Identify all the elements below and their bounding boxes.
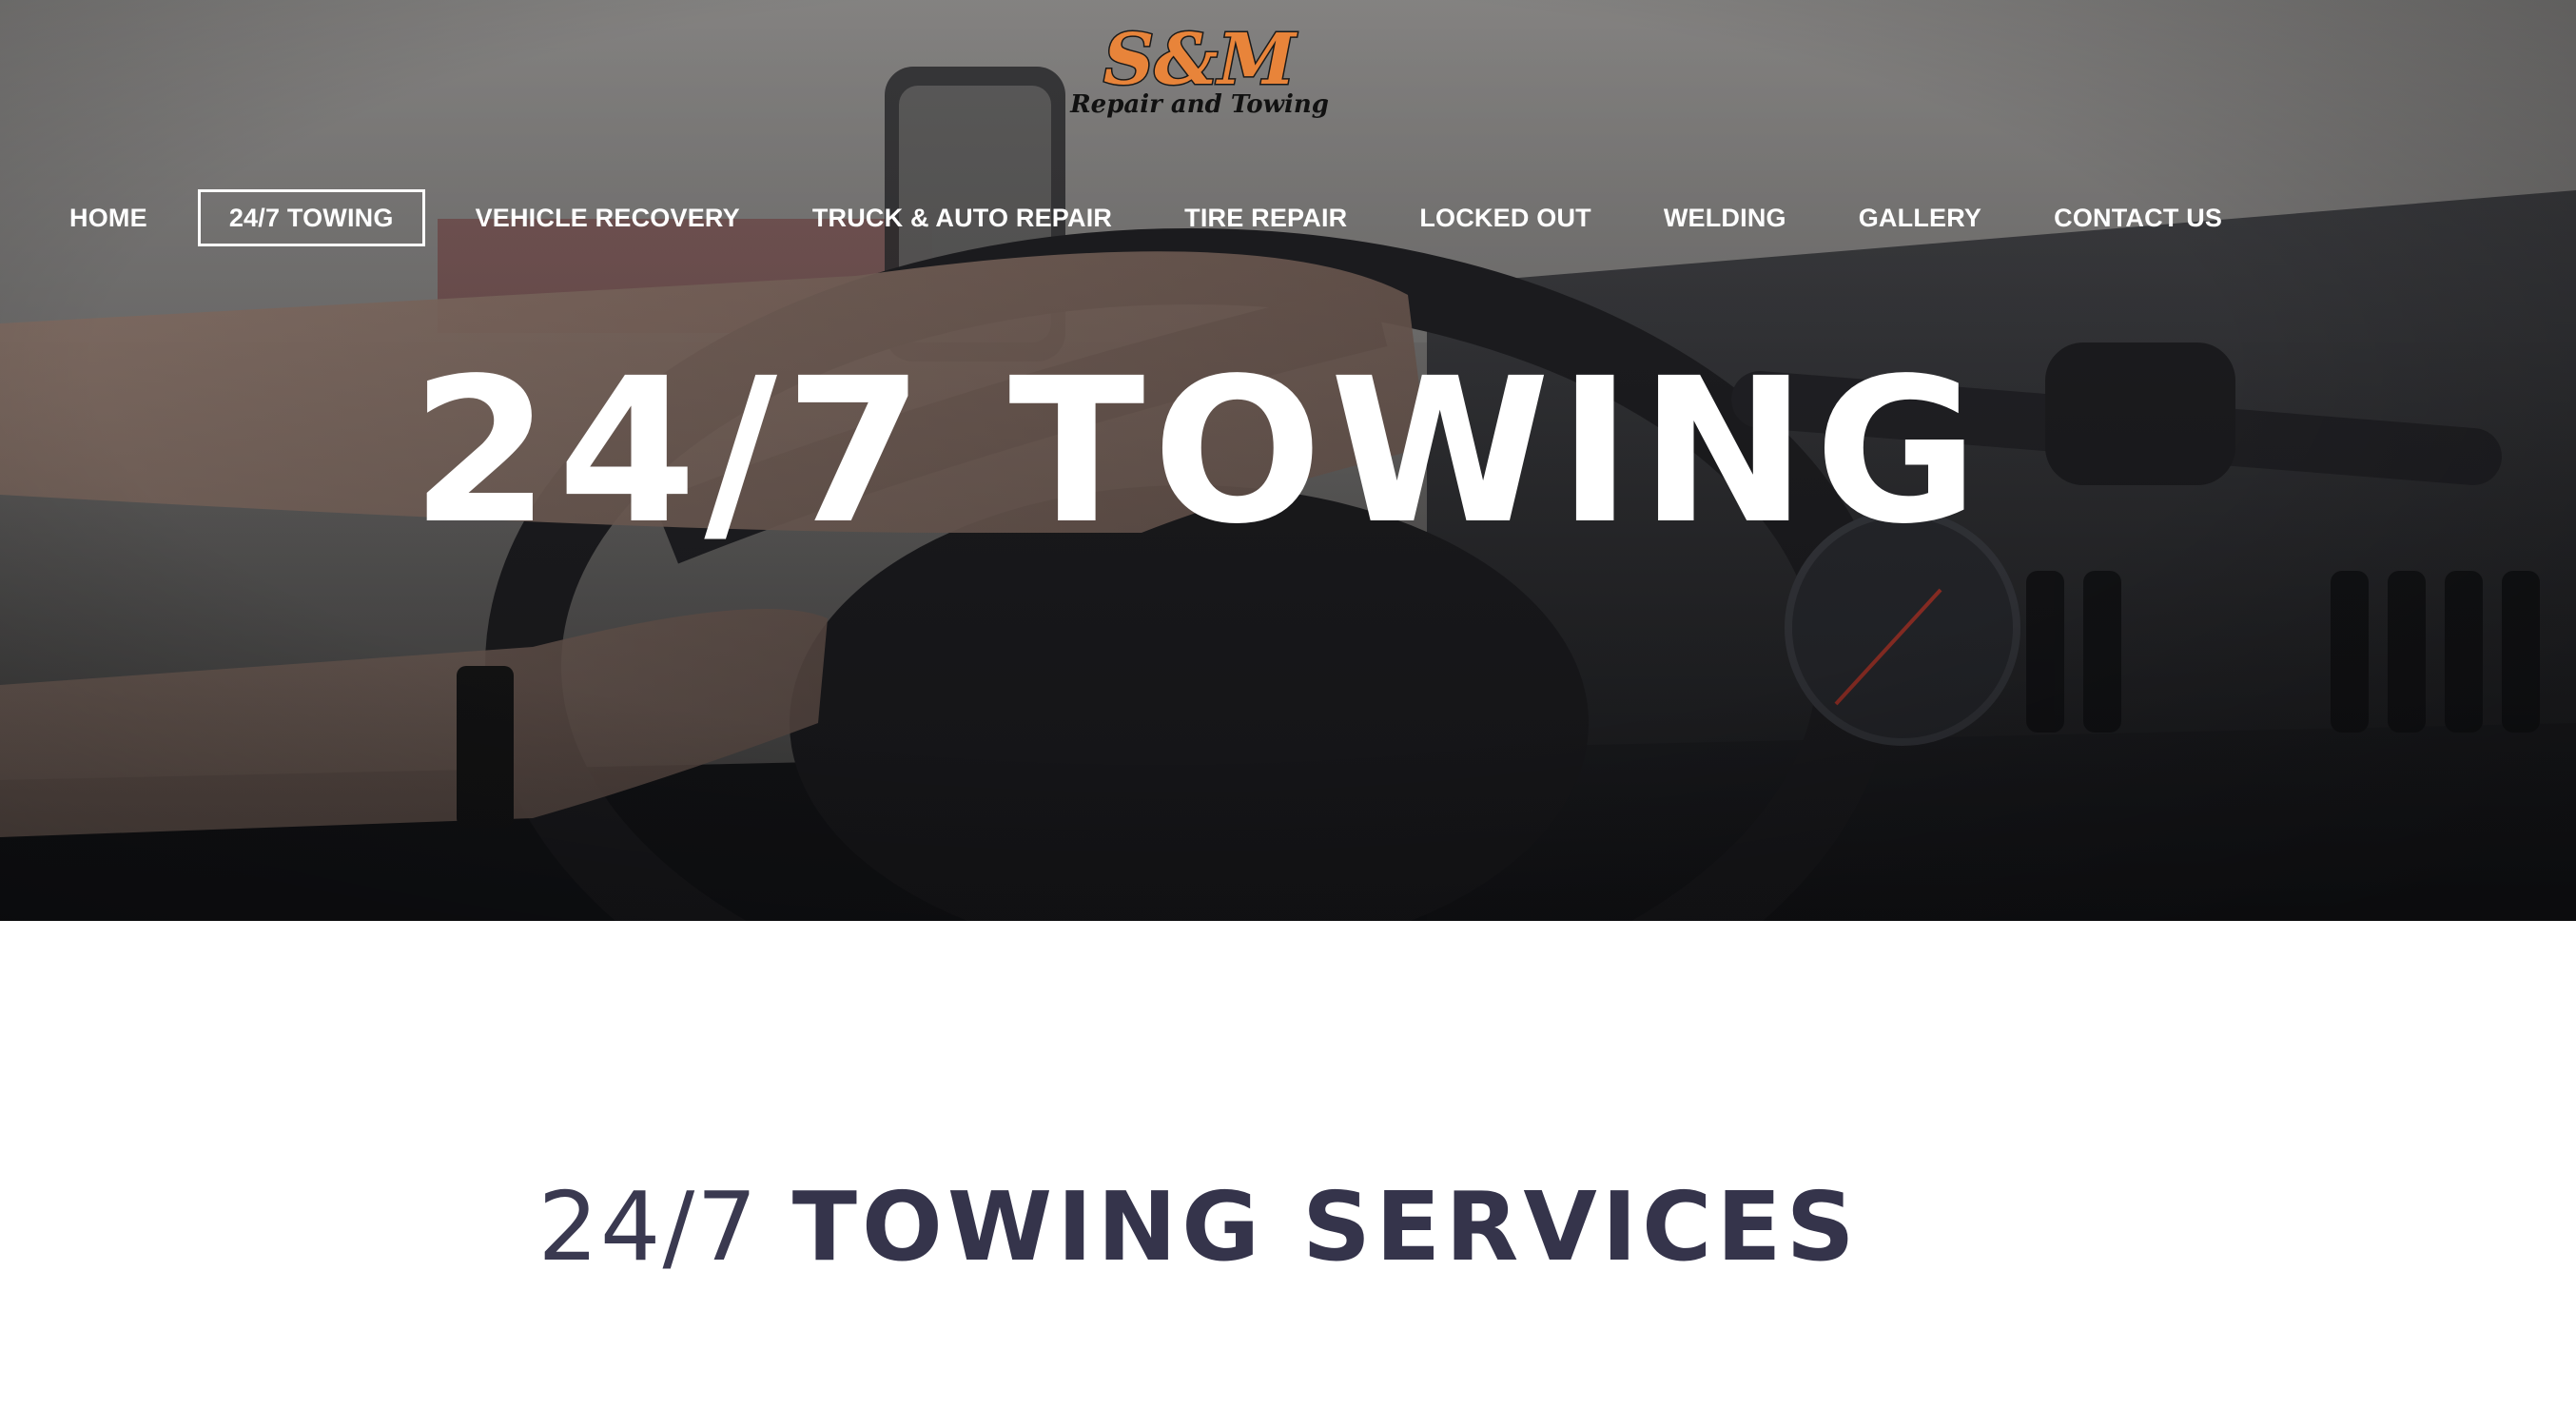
nav-item-home[interactable]: HOME — [48, 189, 169, 246]
section-heading-light: 24/7 — [537, 1171, 759, 1282]
nav-item-contact-us[interactable]: CONTACT US — [2032, 189, 2244, 246]
section-heading-bold: TOWING SERVICES — [791, 1171, 1860, 1282]
nav-item-tire-repair[interactable]: TIRE REPAIR — [1162, 189, 1369, 246]
main-navigation: HOME 24/7 TOWING VEHICLE RECOVERY TRUCK … — [48, 189, 2273, 246]
svg-text:Repair and Towing: Repair and Towing — [1069, 90, 1329, 119]
nav-item-24-7-towing[interactable]: 24/7 TOWING — [197, 189, 425, 246]
hero-banner: S&M Repair and Towing HOME 24/7 TOWING V… — [0, 0, 2576, 921]
svg-text:S&M: S&M — [1103, 19, 1298, 101]
nav-item-vehicle-recovery[interactable]: VEHICLE RECOVERY — [454, 189, 762, 246]
nav-item-gallery[interactable]: GALLERY — [1837, 189, 2003, 246]
nav-item-locked-out[interactable]: LOCKED OUT — [1397, 189, 1613, 246]
nav-item-welding[interactable]: WELDING — [1642, 189, 1808, 246]
section-heading: 24/7 TOWING SERVICES — [0, 1165, 2397, 1289]
sm-repair-towing-logo[interactable]: S&M Repair and Towing — [1043, 17, 1356, 120]
hero-title: 24/7 TOWING — [411, 335, 1986, 568]
nav-item-truck-auto-repair[interactable]: TRUCK & AUTO REPAIR — [790, 189, 1134, 246]
